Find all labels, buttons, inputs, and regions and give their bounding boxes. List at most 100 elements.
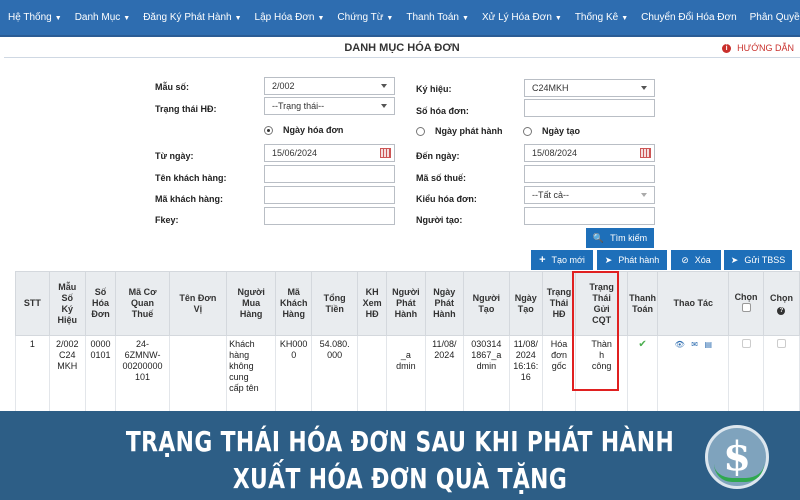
kieu-hoa-don-label: Kiểu hóa đơn: [416, 194, 477, 204]
nav-item-7[interactable]: Thống Kê ▼ [575, 12, 628, 23]
col-header-trang-thai-hd: Trạng Thái HĐ [541, 271, 577, 336]
radio-dot [264, 125, 273, 135]
info-icon: i [722, 43, 732, 53]
title-bar: DANH MỤC HÓA ĐƠN i HƯỚNG DẪN [4, 38, 800, 58]
remove-icon: ⊘ [681, 254, 689, 265]
caret-down-icon: ▼ [234, 15, 242, 22]
col-header-ten-don-vi: Tên Đơn Vị [168, 271, 228, 336]
kieu-hoa-don-select[interactable]: --Tất cả-- [524, 186, 655, 204]
nguoi-tao-input[interactable] [524, 207, 655, 225]
invoice-table: STT Mẫu Số Ký Hiệu Số Hóa Đơn Mã Cơ Quan Thuế T… [15, 271, 800, 416]
nav-item-9[interactable]: Phân Quyền▼ [750, 12, 800, 23]
ma-so-thue-label: Mã số thuế: [416, 173, 467, 183]
send-tbss-button[interactable]: ➤ Gửi TBSS [724, 250, 792, 270]
tu-ngay-label: Từ ngày: [155, 151, 194, 161]
nav-item-2[interactable]: Đăng Ký Phát Hành ▼ [143, 12, 241, 23]
trang-thai-select[interactable]: --Trạng thái-- [264, 97, 395, 115]
so-hoa-don-label: Số hóa đơn: [416, 106, 469, 116]
calendar-icon[interactable] [380, 148, 391, 158]
calendar-icon[interactable] [640, 148, 651, 158]
caret-down-icon: ▼ [462, 15, 469, 22]
cell-chon [728, 335, 764, 416]
trang-thai-label: Trạng thái HĐ: [155, 104, 217, 114]
radio-dot [416, 126, 425, 136]
mau-so-label: Mẫu số: [155, 82, 190, 92]
nav-item-6[interactable]: Xử Lý Hóa Đơn ▼ [482, 12, 562, 23]
col-header-chon-help: Chọn? [762, 271, 800, 336]
radio-ngay-hoa-don[interactable]: Ngày hóa đơn [264, 125, 343, 135]
document-icon[interactable]: ▤ [704, 339, 712, 350]
ky-hieu-label: Ký hiệu: [416, 84, 452, 94]
nav-item-5[interactable]: Thanh Toán ▼ [406, 12, 469, 23]
radio-ngay-tao[interactable]: Ngày tạo [523, 126, 580, 136]
caret-down-icon: ▼ [554, 15, 562, 22]
email-icon[interactable]: ✉ [691, 339, 698, 350]
cell-ma-co-quan-thue: 24- 6ZMNW- 00200000 101 [115, 335, 170, 416]
ky-hieu-select[interactable]: C24MKH [524, 79, 655, 97]
ma-khach-hang-input[interactable] [264, 186, 395, 204]
col-header-ngay-phat-hanh: Ngày Phát Hành [424, 271, 464, 336]
caret-down-icon: ▼ [621, 15, 629, 22]
tu-ngay-input[interactable]: 15/06/2024 [264, 144, 395, 162]
help-label: HƯỚNG DẪN [737, 43, 794, 53]
publish-button[interactable]: ➤ Phát hành [597, 250, 667, 270]
ten-khach-hang-input[interactable] [264, 165, 395, 183]
so-hoa-don-input[interactable] [524, 99, 655, 117]
search-icon: 🔍 [592, 232, 605, 243]
check-icon: ✔ [638, 339, 647, 350]
nav-item-3[interactable]: Lập Hóa Đơn ▼ [255, 12, 325, 23]
col-header-thanh-toan: Thanh Toán [626, 271, 659, 336]
banner-line-1: TRẠNG THÁI HÓA ĐƠN SAU KHI PHÁT HÀNH [125, 425, 675, 458]
nav-item-4[interactable]: Chứng Từ ▼ [337, 12, 393, 23]
cell-thao-tac: 👁 ✉ ▤ [657, 335, 730, 416]
banner-line-2: XUẤT HÓA ĐƠN QUÀ TẶNG [232, 462, 568, 495]
den-ngay-input[interactable]: 15/08/2024 [524, 144, 655, 162]
select-all-checkbox[interactable] [741, 303, 751, 312]
col-header-tong-tien: Tổng Tiền [311, 271, 359, 336]
col-header-nguoi-mua-hang: Người Mua Hàng [226, 271, 277, 336]
cell-nguoi-tao: 030314 1867_a dmin [462, 335, 510, 416]
nav-item-1[interactable]: Danh Mục ▼ [75, 12, 131, 23]
question-icon[interactable]: ? [777, 306, 786, 315]
cell-ma-khach-hang: KH000 0 [275, 335, 313, 416]
send-icon: ➤ [604, 254, 613, 265]
cell-tong-tien: 54.080. 000 [311, 335, 359, 416]
send-icon: ➤ [730, 254, 739, 265]
create-button[interactable]: + Tạo mới [531, 250, 593, 270]
col-header-ngay-tao: Ngày Tạo [508, 271, 543, 336]
col-header-ma-co-quan-thue: Mã Cơ Quan Thuế [115, 271, 170, 336]
caption-banner: TRẠNG THÁI HÓA ĐƠN SAU KHI PHÁT HÀNH XUẤ… [0, 411, 800, 500]
caret-down-icon: ▼ [386, 15, 394, 22]
nav-item-0[interactable]: Hệ Thống ▼ [8, 12, 62, 23]
col-header-trang-thai-gui-cqt: Trạng Thái Gửi CQT [575, 271, 628, 336]
col-header-so-hoa-don: Số Hóa Đơn [84, 271, 117, 336]
col-header-thao-tac: Thao Tác [657, 271, 730, 336]
fkey-label: Fkey: [155, 215, 179, 225]
cell-trang-thai-gui-cqt: Thàn h công [575, 335, 628, 416]
radio-dot [523, 126, 532, 136]
row-checkbox[interactable] [776, 339, 786, 348]
caret-down-icon: ▼ [123, 15, 131, 22]
ma-so-thue-input[interactable] [524, 165, 655, 183]
cell-so-hoa-don: 0000 0101 [84, 335, 117, 416]
delete-button[interactable]: ⊘ Xóa [671, 250, 721, 270]
col-header-mau-so-ky-hieu: Mẫu Số Ký Hiệu [48, 271, 86, 336]
col-header-chon-all: Chọn [728, 271, 764, 336]
page-title: DANH MỤC HÓA ĐƠN [344, 42, 460, 54]
swirl-icon [714, 464, 764, 482]
cell-chon [762, 335, 800, 416]
cell-mau-so-ky-hieu: 2/002 C24 MKH [48, 335, 86, 416]
search-button[interactable]: 🔍 Tìm kiếm [586, 228, 654, 248]
row-checkbox[interactable] [741, 339, 751, 348]
ma-khach-hang-label: Mã khách hàng: [155, 194, 224, 204]
mau-so-select[interactable]: 2/002 [264, 77, 395, 95]
col-header-nguoi-phat-hanh: Người Phát Hành [385, 271, 426, 336]
help-link[interactable]: i HƯỚNG DẪN [722, 43, 794, 53]
fkey-input[interactable] [264, 207, 395, 225]
radio-ngay-phat-hanh[interactable]: Ngày phát hành [416, 126, 503, 136]
cell-nguoi-mua-hang: Khách hàng không cung cấp tên [226, 335, 277, 416]
cell-nguoi-phat-hanh: _a dmin [385, 335, 426, 416]
view-icon[interactable]: 👁 [675, 339, 685, 350]
col-header-ma-khach-hang: Mã Khách Hàng [275, 271, 313, 336]
nav-item-8[interactable]: Chuyển Đổi Hóa Đơn [641, 12, 737, 23]
